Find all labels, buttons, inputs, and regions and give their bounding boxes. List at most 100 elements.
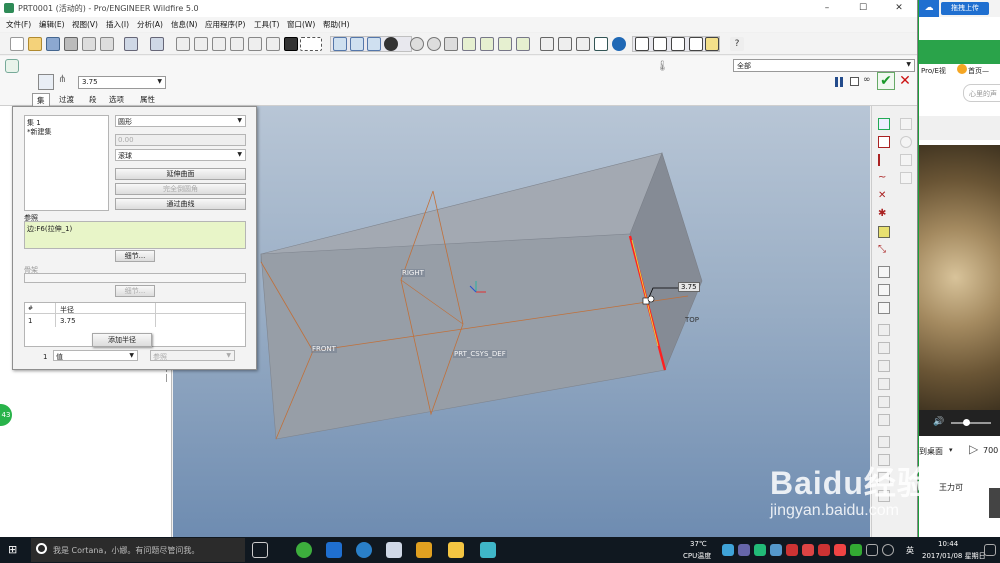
- confirm-check-icon[interactable]: ✔: [877, 72, 895, 90]
- creation-method-select[interactable]: 滚球 ▼: [115, 149, 246, 161]
- style-icon[interactable]: [900, 118, 912, 130]
- reference-edge[interactable]: 边:F6(拉伸_1): [27, 224, 72, 234]
- tray-app-icon[interactable]: [770, 544, 782, 556]
- draft-icon[interactable]: [878, 324, 890, 336]
- no-hidden-icon[interactable]: [576, 37, 590, 51]
- tab-properties[interactable]: 属性: [136, 93, 159, 106]
- tray-app-icon[interactable]: [722, 544, 734, 556]
- to-desktop-link[interactable]: 到桌面: [919, 446, 943, 457]
- app-notes-icon[interactable]: [480, 542, 496, 558]
- cortana-search[interactable]: 我是 Cortana，小娜。有问题尽管问我。: [31, 538, 245, 562]
- menu-insert[interactable]: 插入(I): [106, 19, 129, 30]
- menu-analysis[interactable]: 分析(A): [137, 19, 163, 30]
- volume-slider[interactable]: [951, 422, 991, 424]
- analysis-icon[interactable]: [878, 226, 890, 238]
- comment-input[interactable]: 心里的声: [963, 84, 1000, 102]
- zoom-out-icon[interactable]: [427, 37, 441, 51]
- radius-dimension[interactable]: 3.75: [678, 282, 700, 292]
- hole-icon[interactable]: [878, 266, 890, 278]
- app-360-icon[interactable]: [296, 542, 312, 558]
- appearance-icon[interactable]: [612, 37, 626, 51]
- curve-icon[interactable]: ~: [878, 172, 890, 184]
- menu-applications[interactable]: 应用程序(P): [205, 19, 245, 30]
- glasses-icon[interactable]: ∞: [863, 75, 871, 85]
- shading-icon[interactable]: [384, 37, 398, 51]
- sweep-icon[interactable]: [878, 414, 890, 426]
- layers-icon[interactable]: [498, 37, 512, 51]
- graphics-window[interactable]: RIGHT FRONT TOP PRT_CSYS_DEF 3.75: [173, 106, 870, 537]
- menu-edit[interactable]: 编辑(E): [39, 19, 65, 30]
- set-mode-icon[interactable]: [38, 74, 54, 90]
- tray-app-icon[interactable]: [802, 544, 814, 556]
- pause-icon[interactable]: [835, 77, 843, 87]
- sketch-icon[interactable]: [878, 118, 890, 130]
- round-icon[interactable]: [878, 342, 890, 354]
- revolve-icon[interactable]: [878, 396, 890, 408]
- tray-app-icon[interactable]: [818, 544, 830, 556]
- transition-mode-icon[interactable]: ⋔: [58, 74, 72, 88]
- tab-segment[interactable]: 段: [85, 93, 101, 106]
- volume-knob[interactable]: [963, 419, 970, 426]
- saved-views-icon[interactable]: [480, 37, 494, 51]
- clock-date[interactable]: 2017/01/08 星期日: [922, 551, 986, 561]
- hidden-line-icon[interactable]: [558, 37, 572, 51]
- warp-icon[interactable]: [900, 136, 912, 148]
- paste-icon[interactable]: [212, 37, 226, 51]
- chamfer-icon[interactable]: [878, 360, 890, 372]
- rib-icon[interactable]: [878, 302, 890, 314]
- email-icon[interactable]: [82, 37, 96, 51]
- ime-indicator[interactable]: 英: [906, 545, 914, 556]
- through-curve-button[interactable]: 通过曲线: [115, 198, 246, 210]
- datum-csys-tool-icon[interactable]: [689, 37, 703, 51]
- tab-options[interactable]: 选项: [105, 93, 128, 106]
- tab-set[interactable]: 集: [32, 93, 50, 107]
- open-folder-icon[interactable]: [28, 37, 42, 51]
- save-icon[interactable]: [46, 37, 60, 51]
- print-icon[interactable]: [64, 37, 78, 51]
- windows-start-icon[interactable]: ⊞: [8, 544, 20, 556]
- menu-window[interactable]: 窗口(W): [287, 19, 315, 30]
- sets-list[interactable]: 集 1 *新建集: [24, 115, 109, 211]
- axis-icon[interactable]: [878, 154, 890, 166]
- plane-icon[interactable]: [878, 136, 890, 148]
- minimize-button[interactable]: –: [812, 1, 842, 16]
- extend-surfaces-button[interactable]: 延伸曲面: [115, 168, 246, 180]
- cut-icon[interactable]: [176, 37, 190, 51]
- video-player[interactable]: [919, 145, 1000, 410]
- datum-ref-icon[interactable]: ⤡: [878, 244, 890, 256]
- app-baidu-cloud-icon[interactable]: [326, 542, 342, 558]
- references-collector[interactable]: 边:F6(拉伸_1): [24, 221, 246, 249]
- menu-view[interactable]: 视图(V): [72, 19, 98, 30]
- datum-point-tool-icon[interactable]: [671, 37, 685, 51]
- tab-home[interactable]: 首页—: [968, 66, 989, 76]
- tray-app-icon[interactable]: [738, 544, 750, 556]
- volume-icon[interactable]: [882, 544, 894, 556]
- extrude-icon[interactable]: [878, 378, 890, 390]
- view-manager-icon[interactable]: [516, 37, 530, 51]
- add-radius-button[interactable]: 添加半径: [92, 333, 152, 347]
- ref-details-button[interactable]: 细节...: [115, 250, 155, 262]
- menu-tools[interactable]: 工具(T): [254, 19, 279, 30]
- boundary-icon[interactable]: [900, 154, 912, 166]
- maximize-button[interactable]: ☐: [848, 1, 878, 16]
- datum-axis-tool-icon[interactable]: [653, 37, 667, 51]
- cancel-x-icon[interactable]: ✕: [898, 72, 912, 90]
- wireframe-icon[interactable]: [540, 37, 554, 51]
- tray-app-icon[interactable]: [754, 544, 766, 556]
- shape-select[interactable]: 圆形 ▼: [115, 115, 246, 127]
- select-box-icon[interactable]: [300, 37, 322, 51]
- task-view-icon[interactable]: [252, 542, 268, 558]
- datum-plane-tool-icon[interactable]: [635, 37, 649, 51]
- shield-icon[interactable]: [850, 544, 862, 556]
- zoom-in-icon[interactable]: [410, 37, 424, 51]
- network-icon[interactable]: [866, 544, 878, 556]
- copy-feature-icon[interactable]: [878, 436, 890, 448]
- volume-icon[interactable]: 🔊: [933, 417, 944, 427]
- tray-app-icon[interactable]: [834, 544, 846, 556]
- point-icon[interactable]: ✕: [878, 190, 890, 202]
- row-radius-value[interactable]: 3.75: [60, 317, 76, 325]
- sketch-tool-icon[interactable]: [705, 37, 719, 51]
- upload-button[interactable]: 拖拽上传: [941, 2, 989, 15]
- csys-icon[interactable]: ✱: [878, 208, 890, 220]
- menu-info[interactable]: 信息(N): [171, 19, 197, 30]
